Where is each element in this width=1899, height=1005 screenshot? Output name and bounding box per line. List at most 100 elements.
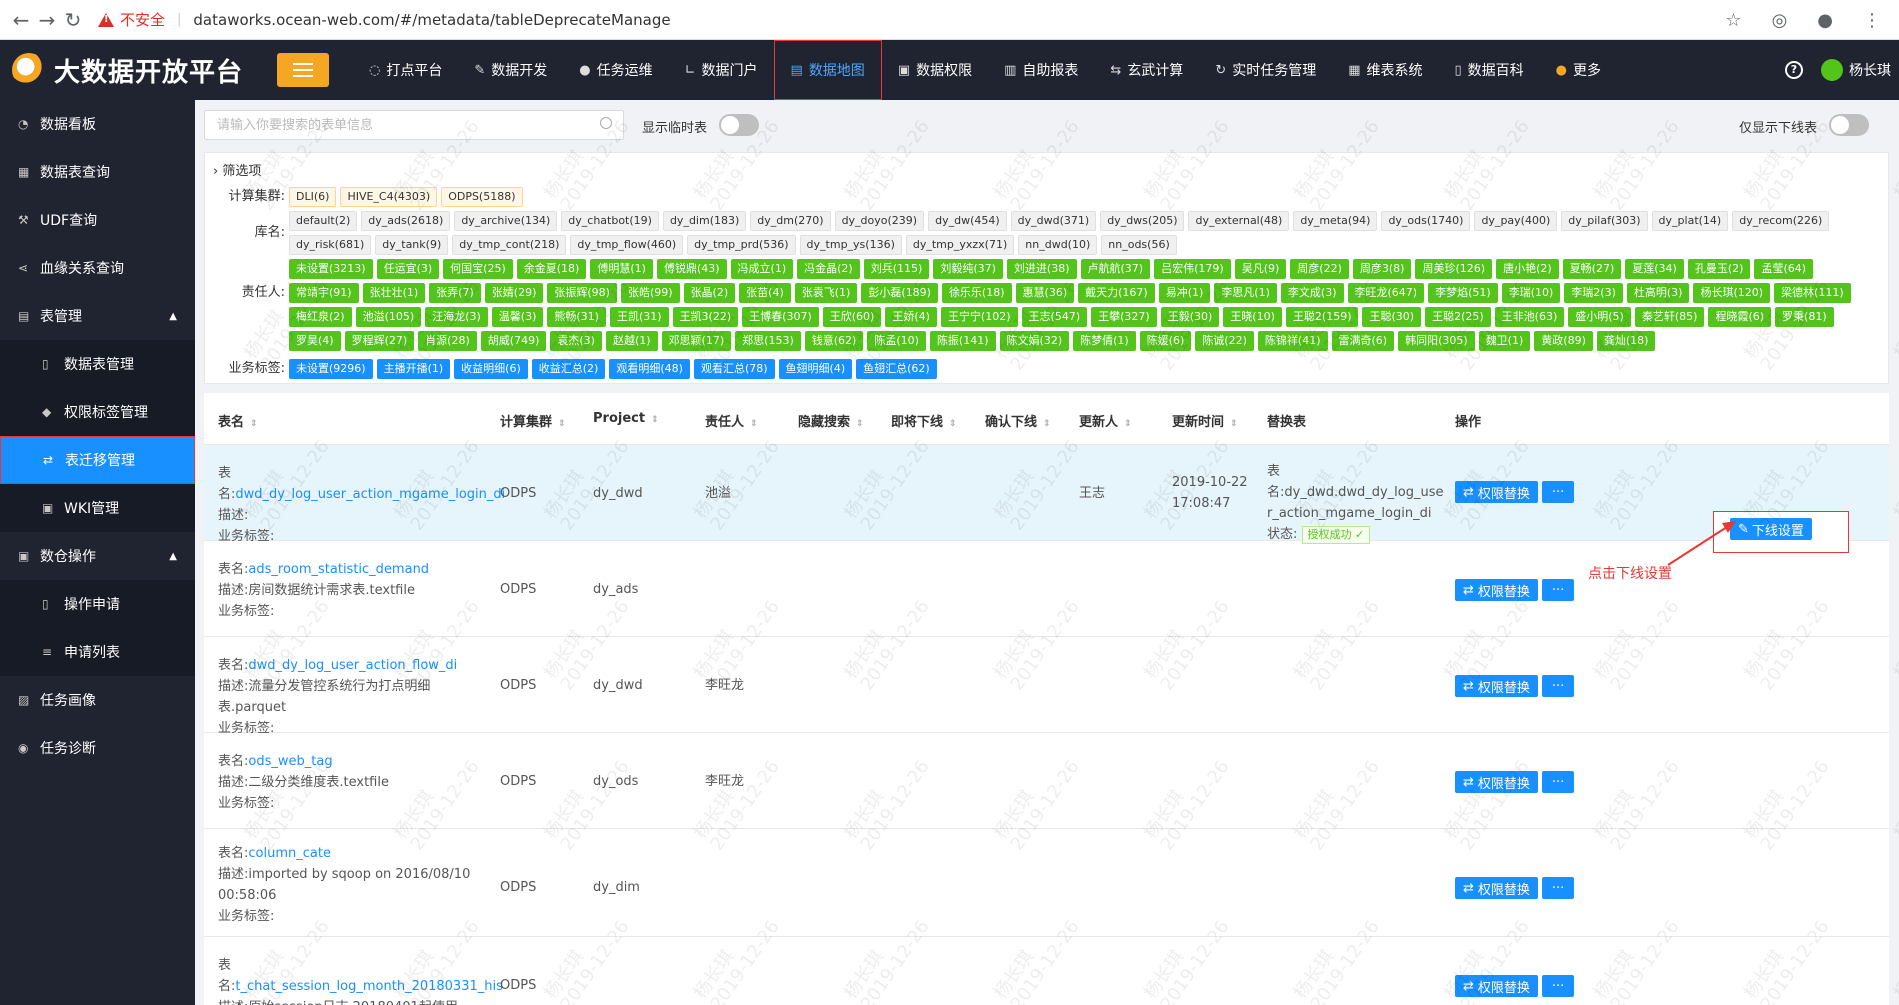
database-tag[interactable]: dy_tmp_yxzx(71) [905,235,1015,255]
cluster-tag[interactable]: ODPS(5188) [441,187,523,207]
owner-tag[interactable]: 卢航航(37) [1080,259,1151,279]
owner-tag[interactable]: 袁杰(3) [550,331,602,351]
owner-tag[interactable]: 罗秉(81) [1775,307,1834,327]
sort-icon[interactable]: ⇕ [1043,419,1051,429]
nav-item-10[interactable]: ▯ 数据百科 [1439,40,1540,100]
back-arrow-icon[interactable]: ← [8,8,34,32]
sort-icon[interactable]: ⇕ [1230,419,1238,429]
owner-tag[interactable]: 程晓霞(6) [1708,307,1772,327]
owner-tag[interactable]: 陈媛(6) [1139,331,1192,351]
owner-tag[interactable]: 赵越(1) [605,331,658,351]
owner-tag[interactable]: 雷满奇(6) [1331,331,1395,351]
owner-tag[interactable]: 王聪2(159) [1285,307,1359,327]
column-header-7[interactable]: 更新人 ⇕ [1079,411,1132,430]
database-tag[interactable]: dy_pilaf(303) [1561,211,1648,231]
show-temp-toggle[interactable] [719,114,759,136]
sort-icon[interactable]: ⇕ [750,419,758,429]
owner-tag[interactable]: 李梦焰(51) [1428,283,1498,303]
database-tag[interactable]: nn_dwd(10) [1018,235,1098,255]
owner-tag[interactable]: 龚灿(18) [1596,331,1656,351]
database-tag[interactable]: dy_external(48) [1188,211,1290,231]
database-tag[interactable]: dy_tmp_ys(136) [799,235,902,255]
owner-tag[interactable]: 孟莹(64) [1754,259,1814,279]
more-actions-button[interactable]: ··· [1541,481,1575,503]
owner-tag[interactable]: 吕宏伟(179) [1154,259,1231,279]
owner-tag[interactable]: 孔曼玉(2) [1687,259,1751,279]
owner-tag[interactable]: 未设置(3213) [289,259,373,279]
nav-item-6[interactable]: ▥ 自助报表 [988,40,1094,100]
owner-tag[interactable]: 罗昊(4) [289,331,341,351]
owner-tag[interactable]: 刘兵(115) [863,259,930,279]
owner-tag[interactable]: 李瑞(10) [1501,283,1561,303]
database-tag[interactable]: dy_ads(2618) [361,211,451,231]
owner-tag[interactable]: 杜高明(3) [1626,283,1690,303]
owner-tag[interactable]: 张婧(29) [484,283,544,303]
sidebar-item-1[interactable]: ▦ 数据表查询 [0,148,195,196]
owner-tag[interactable]: 温馨(3) [491,307,544,327]
more-actions-button[interactable]: ··· [1541,771,1575,793]
replace-permission-button[interactable]: ⇄ 权限替换 [1455,579,1538,601]
sort-icon[interactable]: ⇕ [1124,419,1132,429]
owner-tag[interactable]: 张苗(4) [739,283,791,303]
owner-tag[interactable]: 李思凡(1) [1214,283,1277,303]
owner-tag[interactable]: 张振辉(98) [547,283,617,303]
column-header-4[interactable]: 隐藏搜索 ⇕ [798,411,864,430]
owner-tag[interactable]: 李旺龙(647) [1347,283,1425,303]
owner-tag[interactable]: 王攀(327) [1091,307,1157,327]
column-header-2[interactable]: Project ⇕ [593,411,659,426]
database-tag[interactable]: dy_pay(400) [1474,211,1558,231]
owner-tag[interactable]: 梁德林(111) [1774,283,1851,303]
menu-toggle-button[interactable] [277,53,330,87]
biz-tag[interactable]: 鱼翅明细(4) [778,359,853,379]
owner-tag[interactable]: 徐乐乐(18) [941,283,1012,303]
sort-icon[interactable]: ⇕ [651,415,659,425]
owner-tag[interactable]: 秦艺轩(85) [1634,307,1705,327]
sidebar-item-11[interactable]: ≡ 申请列表 [0,628,195,676]
owner-tag[interactable]: 王聪2(25) [1425,307,1491,327]
biz-tag[interactable]: 观看明细(48) [609,359,690,379]
owner-tag[interactable]: 张晶(2) [683,283,736,303]
nav-item-11[interactable]: ● 更多 [1540,40,1617,100]
cluster-tag[interactable]: DLI(6) [289,187,337,207]
column-header-8[interactable]: 更新时间 ⇕ [1172,411,1238,430]
nav-item-1[interactable]: ✎ 数据开发 [458,40,563,100]
table-name-link[interactable]: column_cate [248,846,331,861]
owner-tag[interactable]: 黄政(89) [1534,331,1593,351]
owner-tag[interactable]: 常靖宇(91) [289,283,359,303]
sidebar-item-12[interactable]: ▨ 任务画像 [0,676,195,724]
owner-tag[interactable]: 陈文娟(32) [999,331,1070,351]
owner-tag[interactable]: 唐小艳(2) [1496,259,1559,279]
owner-tag[interactable]: 肖源(28) [418,331,477,351]
nav-item-5[interactable]: ▣ 数据权限 [882,40,988,100]
more-actions-button[interactable]: ··· [1541,579,1575,601]
search-input[interactable] [204,110,624,140]
replace-permission-button[interactable]: ⇄ 权限替换 [1455,675,1538,697]
owner-tag[interactable]: 王凯(31) [609,307,669,327]
database-tag[interactable]: dy_dim(183) [662,211,747,231]
replace-permission-button[interactable]: ⇄ 权限替换 [1455,877,1538,899]
address-bar[interactable]: dataworks.ocean-web.com/#/metadata/table… [193,11,670,29]
sidebar-item-9[interactable]: ▣ 数仓操作 ▲ [0,532,195,580]
owner-tag[interactable]: 彭小磊(189) [861,283,938,303]
owner-tag[interactable]: 魏卫(1) [1478,331,1531,351]
database-tag[interactable]: dy_tmp_flow(460) [570,235,684,255]
biz-tag[interactable]: 主播开播(1) [376,359,451,379]
owner-tag[interactable]: 王博春(307) [742,307,819,327]
database-tag[interactable]: dy_doyo(239) [834,211,925,231]
owner-tag[interactable]: 钱意(62) [804,331,864,351]
help-icon[interactable]: ? [1785,61,1803,79]
table-name-link[interactable]: t_chat_session_log_month_20180331_his [235,979,502,994]
database-tag[interactable]: dy_dwd(371) [1010,211,1097,231]
sidebar-item-3[interactable]: ⋖ 血缘关系查询 [0,244,195,292]
table-name-link[interactable]: dwd_dy_log_user_action_mgame_login_di [235,487,505,502]
search-icon[interactable] [600,117,612,129]
sidebar-item-2[interactable]: ⚒ UDF查询 [0,196,195,244]
owner-tag[interactable]: 傅锐鼎(43) [656,259,727,279]
owner-tag[interactable]: 周彦(22) [1290,259,1349,279]
owner-tag[interactable]: 罗程辉(27) [344,331,415,351]
forward-arrow-icon[interactable]: → [34,8,60,32]
sidebar-item-6[interactable]: ◆ 权限标签管理 [0,388,195,436]
owner-tag[interactable]: 胡威(749) [480,331,547,351]
database-tag[interactable]: dy_recom(226) [1732,211,1830,231]
owner-tag[interactable]: 傅明慧(1) [590,259,653,279]
